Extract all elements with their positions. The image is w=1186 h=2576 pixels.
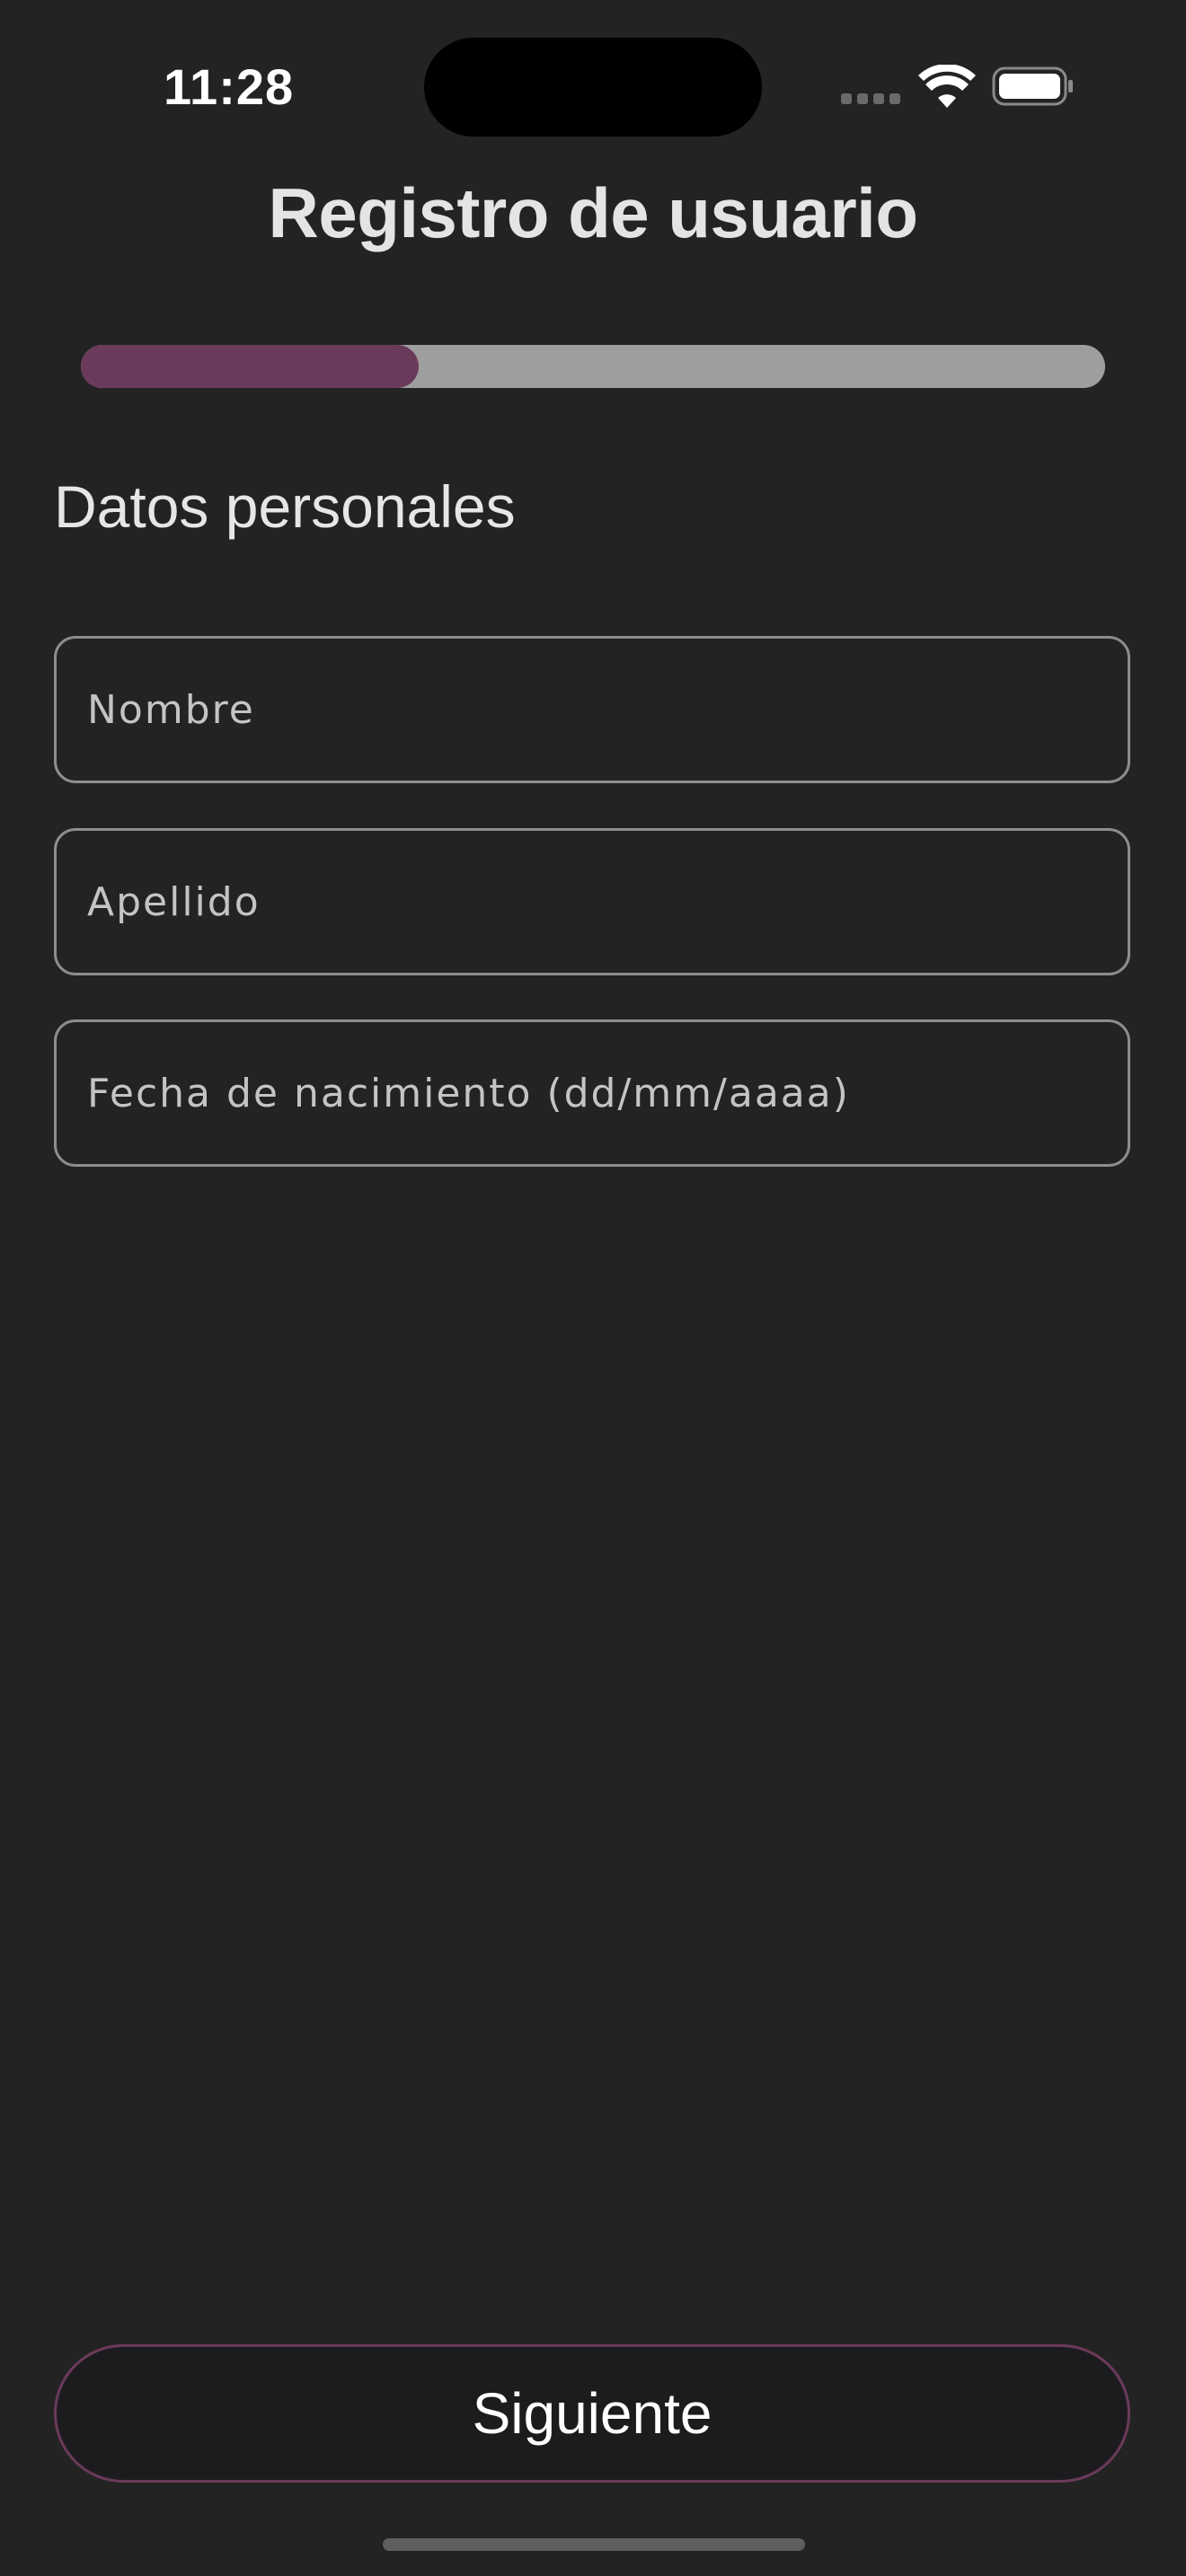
- last-name-input[interactable]: [57, 831, 1128, 973]
- birth-date-field[interactable]: [54, 1019, 1130, 1167]
- wifi-icon: [918, 65, 976, 108]
- first-name-field[interactable]: [54, 636, 1130, 783]
- section-title: Datos personales: [54, 473, 516, 540]
- status-time: 11:28: [164, 58, 295, 115]
- last-name-field[interactable]: [54, 828, 1130, 975]
- next-button[interactable]: Siguiente: [54, 2344, 1130, 2483]
- home-indicator: [383, 2538, 805, 2551]
- page-title: Registro de usuario: [268, 173, 918, 252]
- birth-date-input[interactable]: [57, 1022, 1128, 1164]
- registration-progress-bar: [81, 345, 1105, 388]
- battery-icon: [992, 66, 1073, 106]
- first-name-input[interactable]: [57, 639, 1128, 781]
- progress-fill: [81, 345, 420, 388]
- dynamic-island: [424, 38, 762, 137]
- cellular-signal-icon: [841, 93, 902, 106]
